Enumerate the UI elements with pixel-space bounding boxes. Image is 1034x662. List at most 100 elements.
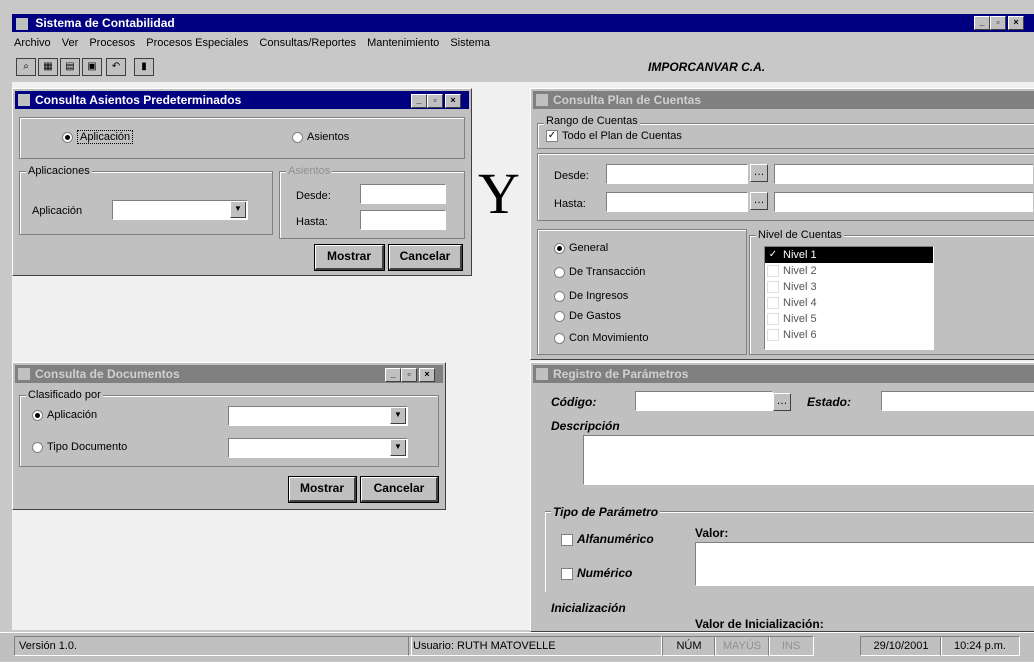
window-plan-cuentas: Consulta Plan de Cuentas Rango de Cuenta…	[530, 88, 1034, 360]
radio-icon	[554, 242, 565, 254]
list-item[interactable]: Nivel 4	[765, 295, 933, 311]
hasta-lookup-button[interactable]: …	[750, 192, 768, 210]
mostrar-button[interactable]: Mostrar	[288, 476, 357, 503]
menu-procesos[interactable]: Procesos	[89, 37, 135, 49]
window-title: Consulta de Documentos	[35, 367, 180, 381]
estado-label: Estado:	[807, 395, 852, 409]
radio-con-movimiento[interactable]: Con Movimiento	[554, 332, 648, 344]
desde-input[interactable]	[360, 184, 446, 204]
exit-icon[interactable]: ▮	[134, 58, 154, 76]
radio-aplicacion[interactable]: Aplicación	[62, 130, 134, 144]
desde-label: Desde:	[296, 190, 331, 202]
hasta-input[interactable]	[360, 210, 446, 230]
cancelar-button[interactable]: Cancelar	[360, 476, 439, 503]
background-logo: Y	[478, 161, 520, 226]
chevron-down-icon[interactable]: ▼	[390, 440, 406, 456]
radio-de-ingresos[interactable]: De Ingresos	[554, 290, 628, 302]
radio-tipo-documento[interactable]: Tipo Documento	[32, 441, 127, 453]
close-icon[interactable]: ×	[445, 94, 461, 108]
status-ins: INS	[768, 636, 814, 656]
hasta-desc-input	[774, 192, 1033, 212]
menu-mantenimiento[interactable]: Mantenimiento	[367, 37, 439, 49]
status-num: NÚM	[662, 636, 716, 656]
company-name: IMPORCANVAR C.A.	[648, 60, 766, 74]
radio-icon	[554, 290, 565, 302]
status-hora: 10:24 p.m.	[940, 636, 1020, 656]
document-icon[interactable]: ▣	[82, 58, 102, 76]
mostrar-button[interactable]: Mostrar	[314, 244, 385, 271]
desde-lookup-button[interactable]: …	[750, 164, 768, 182]
undo-icon[interactable]: ↶	[106, 58, 126, 76]
todo-plan-checkbox[interactable]: ✓ Todo el Plan de Cuentas	[546, 130, 682, 143]
minimize-icon[interactable]: _	[411, 94, 427, 108]
menu-procesos-especiales[interactable]: Procesos Especiales	[146, 37, 248, 49]
codigo-label: Código:	[551, 395, 597, 409]
list-item[interactable]: Nivel 5	[765, 311, 933, 327]
chart-icon[interactable]: ▤	[60, 58, 80, 76]
hasta-input[interactable]	[606, 192, 748, 212]
menu-consultas-reportes[interactable]: Consultas/Reportes	[259, 37, 356, 49]
table-icon[interactable]: ▦	[38, 58, 58, 76]
radio-de-transaccion[interactable]: De Transacción	[554, 266, 645, 278]
check-icon: ✓	[767, 249, 779, 262]
window-title-bar: Consulta Plan de Cuentas	[533, 91, 1034, 109]
descripcion-label: Descripción	[551, 419, 620, 433]
window-title: Consulta Asientos Predeterminados	[35, 93, 242, 107]
cancelar-button[interactable]: Cancelar	[388, 244, 463, 271]
valor-inicializacion-label: Valor de Inicialización:	[695, 617, 824, 631]
group-aplicaciones: Aplicaciones Aplicación ▼	[19, 165, 273, 235]
chevron-down-icon[interactable]: ▼	[230, 202, 246, 218]
window-title-bar: Consulta de Documentos _ ▫ ×	[15, 365, 443, 383]
minimize-icon[interactable]: _	[385, 368, 401, 382]
app-title-bar: Sistema de Contabilidad _ ▫ ×	[12, 14, 1034, 32]
radio-icon	[554, 266, 565, 278]
desde-input[interactable]	[606, 164, 748, 184]
group-desde-hasta: Desde: … Hasta: …	[537, 153, 1034, 221]
aplicacion-select[interactable]: ▼	[112, 200, 248, 220]
status-fecha: 29/10/2001	[860, 636, 942, 656]
estado-select[interactable]	[881, 391, 1034, 411]
list-item[interactable]: Nivel 2	[765, 263, 933, 279]
tipo-documento-select[interactable]: ▼	[228, 438, 408, 458]
aplicacion-label: Aplicación	[32, 205, 83, 217]
group-rango-cuentas: Rango de Cuentas ✓ Todo el Plan de Cuenta…	[537, 115, 1034, 149]
radio-de-gastos[interactable]: De Gastos	[554, 310, 621, 322]
maximize-icon[interactable]: ▫	[427, 94, 443, 108]
menu-archivo[interactable]: Archivo	[14, 37, 51, 49]
list-item[interactable]: ✓ Nivel 1	[765, 247, 933, 263]
window-title: Registro de Parámetros	[553, 367, 689, 381]
radio-general[interactable]: General	[554, 242, 608, 254]
group-tipo-parametro: Tipo de Parámetro Alfanumérico Valor: Nu…	[545, 505, 1034, 592]
numerico-checkbox[interactable]: Numérico	[561, 566, 632, 581]
aplicacion-select[interactable]: ▼	[228, 406, 408, 426]
inicializacion-label: Inicialización	[551, 601, 626, 615]
chevron-down-icon[interactable]: ▼	[390, 408, 406, 424]
menu-ver[interactable]: Ver	[62, 37, 79, 49]
minimize-icon[interactable]: _	[974, 16, 990, 30]
radio-icon	[62, 131, 73, 143]
group-clasificado: Clasificado por Aplicación ▼ Tipo Docume…	[19, 389, 439, 467]
list-item[interactable]: Nivel 6	[765, 327, 933, 343]
valor-input[interactable]	[695, 542, 1034, 586]
alfanumerico-checkbox[interactable]: Alfanumérico	[561, 532, 654, 547]
window-consulta-documentos: Consulta de Documentos _ ▫ × Clasificado…	[12, 362, 446, 510]
close-icon[interactable]: ×	[419, 368, 435, 382]
search-icon[interactable]: ⌕	[16, 58, 36, 76]
menu-bar: Archivo Ver Procesos Procesos Especiales…	[14, 34, 1024, 52]
maximize-icon[interactable]: ▫	[990, 16, 1006, 30]
list-item[interactable]: Nivel 3	[765, 279, 933, 295]
radio-aplicacion[interactable]: Aplicación	[32, 409, 97, 421]
codigo-lookup-button[interactable]: …	[773, 393, 791, 411]
descripcion-textarea[interactable]	[583, 435, 1034, 485]
menu-sistema[interactable]: Sistema	[450, 37, 490, 49]
window-icon	[536, 368, 548, 380]
maximize-icon[interactable]: ▫	[401, 368, 417, 382]
status-mayus: MAYÚS	[714, 636, 770, 656]
radio-icon	[32, 409, 43, 421]
codigo-input[interactable]	[635, 391, 773, 411]
close-icon[interactable]: ×	[1008, 16, 1024, 30]
nivel-list[interactable]: ✓ Nivel 1 Nivel 2 Nivel 3 Nivel 4 Nivel 5…	[764, 246, 934, 350]
radio-group: Aplicación Asientos	[19, 117, 465, 159]
check-icon: ✓	[546, 130, 558, 143]
radio-asientos[interactable]: Asientos	[292, 131, 349, 143]
